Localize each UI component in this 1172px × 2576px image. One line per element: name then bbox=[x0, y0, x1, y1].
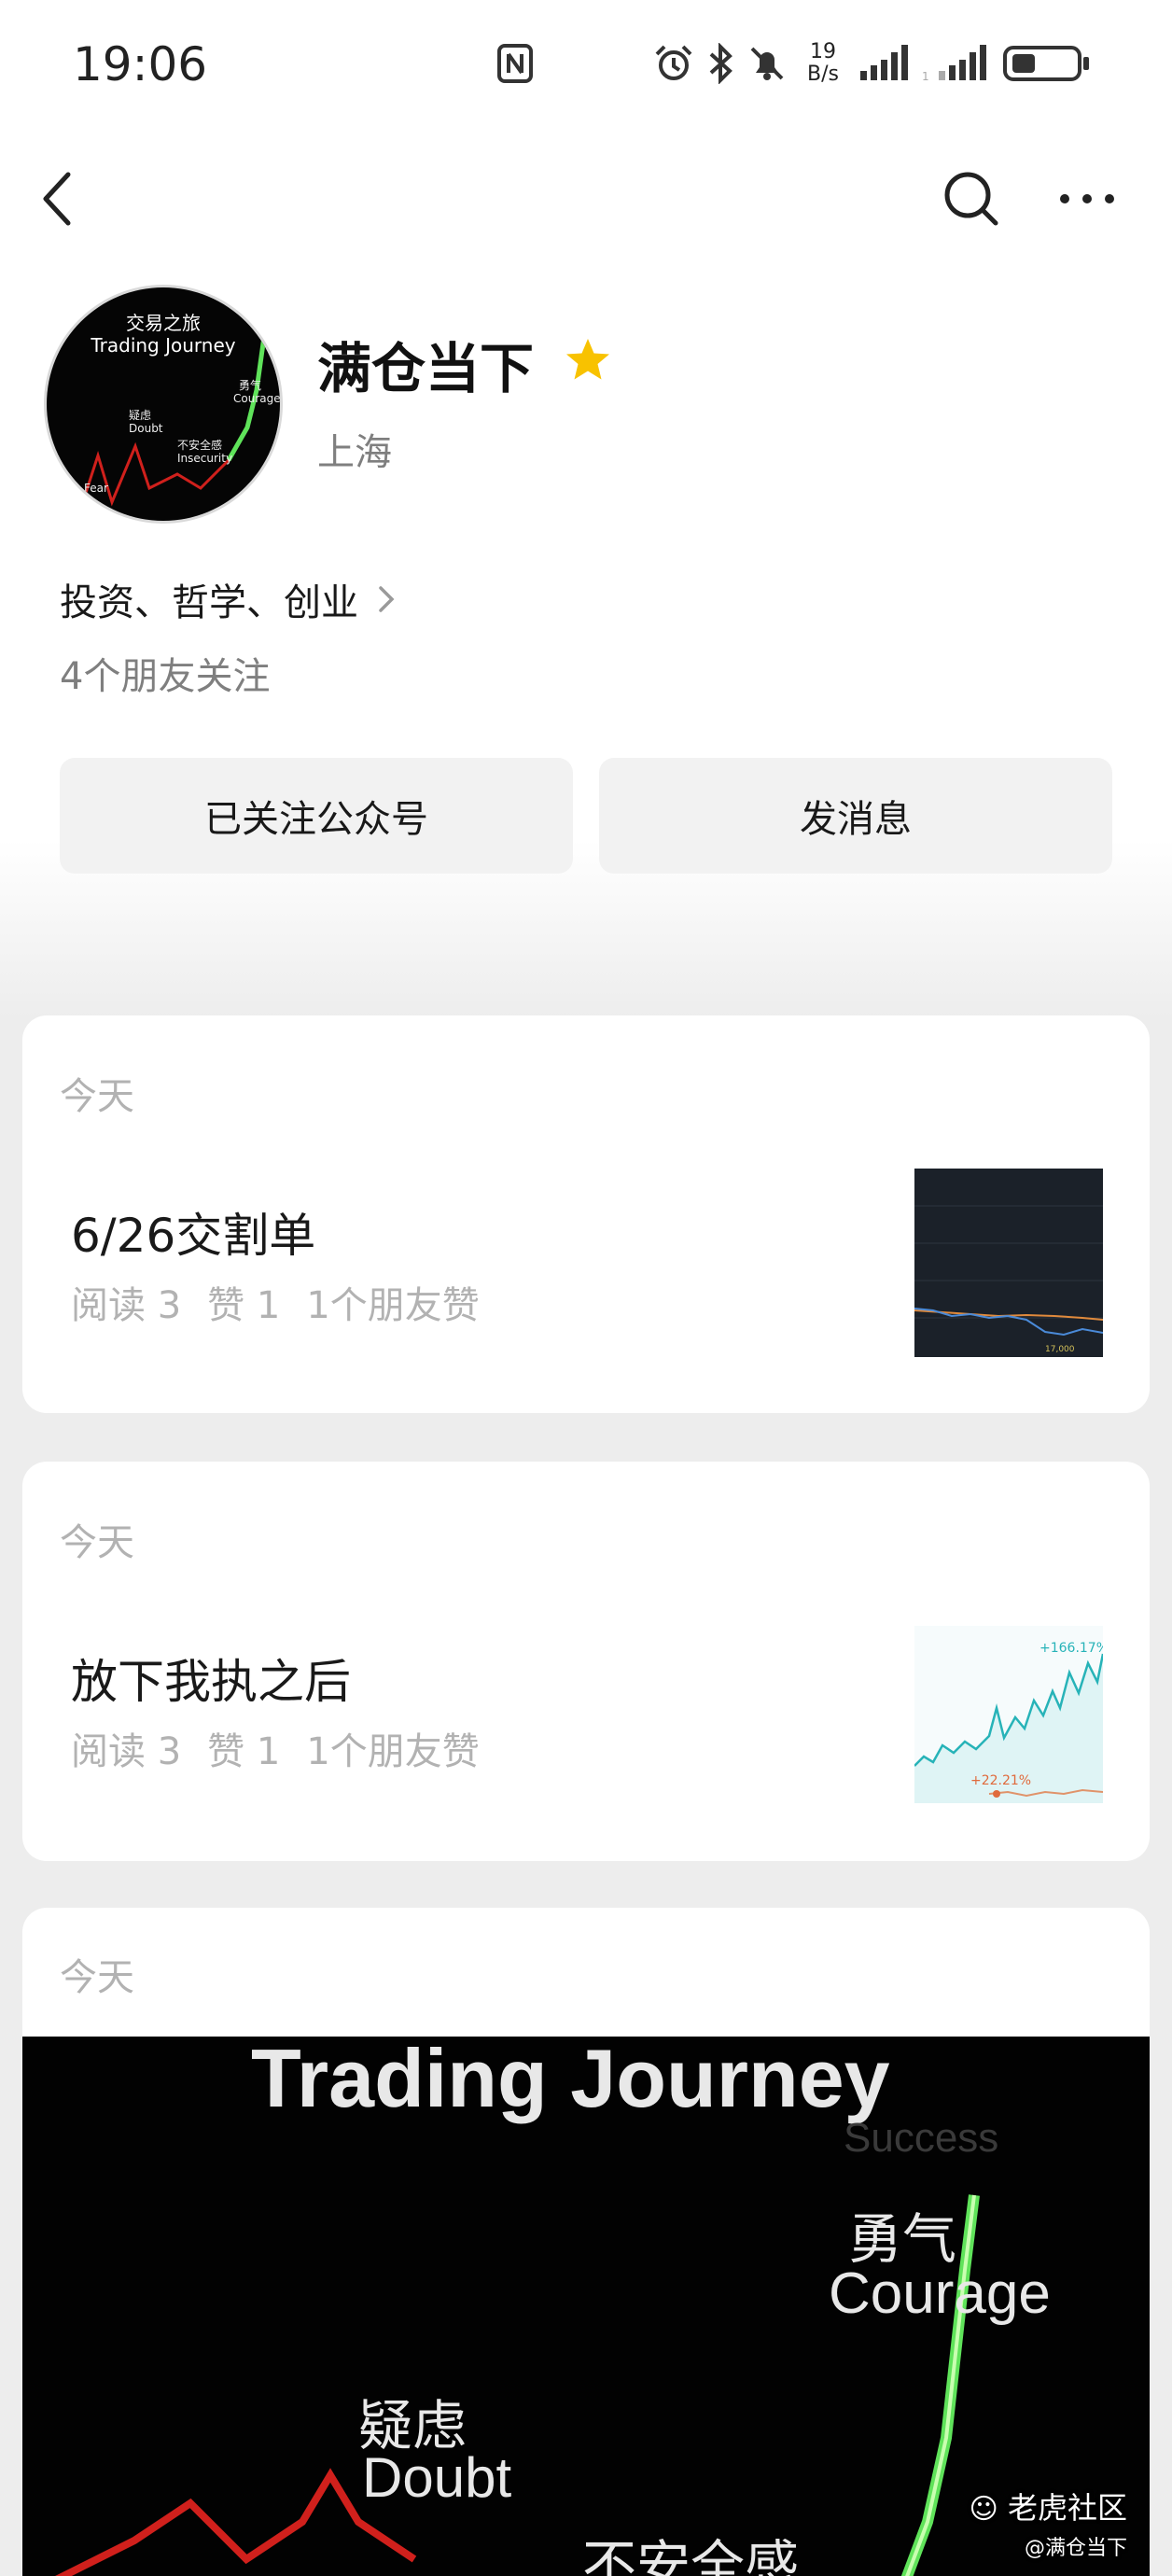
more-button[interactable] bbox=[1054, 166, 1120, 231]
signal-icon bbox=[860, 45, 908, 80]
cover-title: Trading Journey bbox=[251, 2037, 890, 2124]
search-button[interactable] bbox=[939, 166, 1004, 231]
cover-courage-en: Courage bbox=[829, 2261, 1051, 2326]
nfc-icon bbox=[497, 44, 533, 83]
cover-success-label: Success bbox=[844, 2115, 999, 2161]
article-title[interactable]: 6/26交割单 bbox=[71, 1198, 315, 1266]
article-thumbnail[interactable]: +166.17% +22.21% bbox=[914, 1626, 1103, 1803]
tags-text: 投资、哲学、创业 bbox=[60, 581, 358, 624]
article-reads: 阅读 3 bbox=[71, 1730, 182, 1773]
mute-bell-icon bbox=[750, 47, 784, 80]
article-stats: 阅读 3 赞 1 1个朋友赞 bbox=[71, 1275, 480, 1329]
friends-following[interactable]: 4个朋友关注 bbox=[60, 646, 270, 700]
send-message-button[interactable]: 发消息 bbox=[599, 758, 1112, 874]
signal-icon: 1 bbox=[922, 45, 986, 83]
account-location: 上海 bbox=[317, 431, 392, 474]
article-friend-likes: 1个朋友赞 bbox=[306, 1284, 480, 1327]
avatar-doubt-en: Doubt bbox=[129, 422, 163, 435]
bluetooth-icon bbox=[709, 43, 732, 84]
article-stats: 阅读 3 赞 1 1个朋友赞 bbox=[71, 1721, 480, 1775]
article-cover-image[interactable]: Trading Journey Success 勇气 Courage 疑虑 Do… bbox=[22, 2037, 1150, 2576]
article-date: 今天 bbox=[60, 1956, 134, 1999]
avatar-en-title: Trading Journey bbox=[91, 334, 236, 357]
article-reads: 阅读 3 bbox=[71, 1284, 182, 1327]
status-bar: 19:06 19 B/s 1 bbox=[0, 0, 1172, 131]
thumbnail-label: 17,000 bbox=[1045, 1345, 1075, 1354]
article-thumbnail[interactable]: 17,000 bbox=[914, 1169, 1103, 1357]
article-date: 今天 bbox=[60, 1075, 134, 1118]
net-speed-unit: B/s bbox=[807, 63, 839, 86]
tiger-logo-icon: ☺ bbox=[969, 2493, 998, 2526]
back-icon bbox=[43, 172, 71, 226]
followed-button[interactable]: 已关注公众号 bbox=[60, 758, 573, 874]
chevron-right-icon bbox=[379, 586, 395, 612]
avatar-courage-cn: 勇气 bbox=[239, 379, 262, 392]
avatar-insecurity-cn: 不安全感 bbox=[177, 439, 223, 452]
watermark-brand: ☺ 老虎社区 bbox=[970, 2485, 1127, 2527]
account-tags[interactable]: 投资、哲学、创业 bbox=[60, 573, 398, 625]
avatar-fear: Fear bbox=[84, 482, 108, 495]
thumbnail-chart: +166.17% +22.21% bbox=[914, 1641, 1103, 1803]
watermark-brand-text: 老虎社区 bbox=[1007, 2490, 1127, 2526]
watermark-user: @满仓当下 bbox=[1024, 2537, 1127, 2560]
article-friend-likes: 1个朋友赞 bbox=[306, 1730, 480, 1773]
article-card[interactable]: 今天 放下我执之后 阅读 3 赞 1 1个朋友赞 +166.17% +22.21… bbox=[22, 1462, 1150, 1861]
article-likes: 赞 1 bbox=[207, 1730, 281, 1773]
avatar-cn-title: 交易之旅 bbox=[126, 312, 201, 334]
cover-insecurity-cn: 不安全感 bbox=[582, 2536, 800, 2576]
cover-doubt-en: Doubt bbox=[362, 2446, 512, 2509]
battery-icon bbox=[1003, 46, 1089, 81]
top-nav bbox=[0, 149, 1172, 243]
article-card[interactable]: 今天 6/26交割单 阅读 3 赞 1 1个朋友赞 17,000 bbox=[22, 1015, 1150, 1413]
star-icon bbox=[566, 339, 609, 380]
svg-text:1: 1 bbox=[922, 70, 929, 83]
article-likes: 赞 1 bbox=[207, 1284, 281, 1327]
net-speed: 19 B/s bbox=[799, 41, 847, 86]
more-icon bbox=[1060, 194, 1114, 203]
avatar-doubt-cn: 疑虑 bbox=[129, 409, 152, 422]
thumbnail-chart: 17,000 bbox=[914, 1205, 1103, 1354]
search-icon bbox=[944, 172, 998, 226]
article-title[interactable]: 放下我执之后 bbox=[71, 1645, 351, 1712]
alarm-icon bbox=[655, 45, 692, 80]
thumbnail-top-label: +166.17% bbox=[1039, 1641, 1103, 1656]
account-name: 满仓当下 bbox=[317, 337, 535, 400]
avatar[interactable]: 交易之旅 Trading Journey 疑虑 Doubt 不安全感 Insec… bbox=[47, 287, 280, 521]
net-speed-value: 19 bbox=[810, 40, 836, 63]
avatar-courage-en: Courage bbox=[233, 392, 280, 405]
article-date: 今天 bbox=[60, 1521, 134, 1564]
avatar-insecurity-en: Insecurity bbox=[177, 452, 233, 465]
back-button[interactable] bbox=[24, 166, 90, 231]
status-time: 19:06 bbox=[73, 37, 208, 91]
thumbnail-bottom-label: +22.21% bbox=[970, 1773, 1031, 1788]
